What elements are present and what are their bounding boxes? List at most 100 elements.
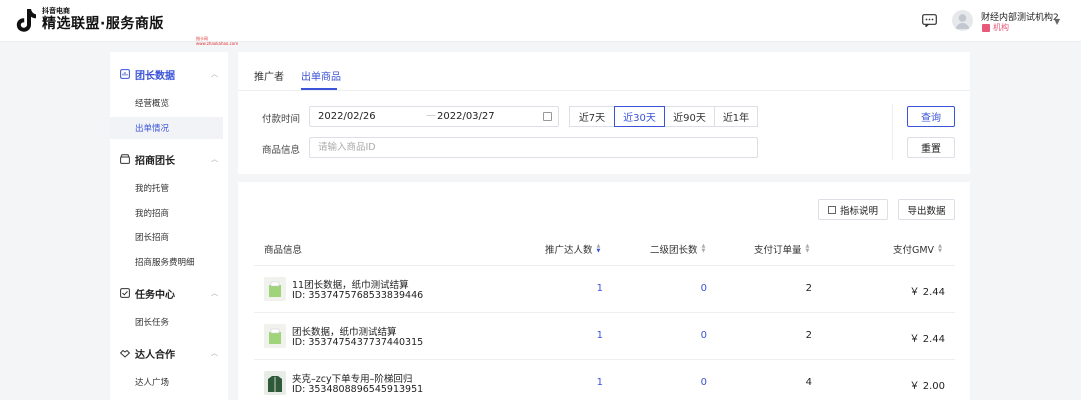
user-role: 机构	[982, 22, 1009, 33]
column-header-label: 推广达人数	[545, 245, 593, 256]
order-count: 4	[805, 377, 812, 388]
chevron-down-icon[interactable]: ▼	[1054, 17, 1060, 26]
column-header-product: 商品信息	[264, 242, 302, 256]
sidebar-group-tasks[interactable]: 任务中心 ︿	[110, 281, 228, 305]
brand-small-text: 抖音电商	[42, 7, 70, 15]
institution-icon	[982, 23, 990, 32]
date-range-picker[interactable]: 2022/02/26 — 2022/03/27	[309, 106, 559, 127]
sidebar-item-leader-recruit[interactable]: 团长招商	[110, 226, 223, 248]
sub-leader-count[interactable]: 0	[701, 377, 707, 388]
calendar-icon[interactable]	[543, 112, 552, 121]
product-thumbnail[interactable]	[264, 277, 286, 301]
column-header-label: 支付GMV	[893, 245, 935, 256]
chevron-up-icon: ︿	[211, 289, 218, 297]
product-thumbnail[interactable]	[264, 371, 286, 395]
sidebar-item-my-recruit[interactable]: 我的招商	[110, 202, 223, 224]
column-header-gmv[interactable]: 支付GMV ▲ ▼	[893, 242, 942, 257]
sidebar-item-my-hosting[interactable]: 我的托管	[110, 177, 223, 199]
filter-divider	[892, 104, 893, 160]
reset-button[interactable]: 重置	[907, 137, 955, 158]
sidebar-group-recruit[interactable]: 招商团长 ︿	[110, 147, 228, 171]
column-header-orders[interactable]: 支付订单量 ▲ ▼	[754, 242, 810, 257]
sidebar-item-overview[interactable]: 经营概览	[110, 92, 223, 114]
douyin-logo-icon	[16, 9, 36, 32]
jacket-product-icon	[268, 376, 282, 392]
column-header-label: 商品信息	[264, 245, 303, 256]
product-id: ID: 3537475437737440315	[292, 337, 424, 348]
range-1-year[interactable]: 近1年	[714, 106, 758, 127]
tab-divider	[238, 90, 970, 91]
column-header-label: 支付订单量	[754, 245, 802, 256]
sub-leader-count[interactable]: 0	[701, 283, 707, 294]
product-name[interactable]: 团长数据，纸巾测试结算	[292, 324, 397, 338]
product-id-input[interactable]	[309, 137, 758, 158]
message-icon[interactable]	[922, 14, 937, 27]
sidebar-item-influencer-square[interactable]: 达人广场	[110, 371, 223, 393]
product-thumbnail[interactable]	[264, 324, 286, 348]
row-divider	[254, 359, 955, 360]
sub-leader-count[interactable]: 0	[701, 330, 707, 341]
info-doc-icon	[827, 205, 836, 214]
metric-explain-button[interactable]: 指标说明	[818, 199, 888, 220]
chevron-up-icon: ︿	[211, 70, 218, 78]
sidebar-group-influencer[interactable]: 达人合作 ︿	[110, 341, 228, 365]
data-board-icon	[120, 69, 130, 79]
user-avatar-icon	[955, 14, 970, 29]
chevron-up-icon: ︿	[211, 349, 218, 357]
gmv-value: ￥ 2.44	[909, 334, 945, 345]
sort-icon[interactable]: ▲ ▼	[702, 244, 706, 254]
promoter-count[interactable]: 1	[597, 330, 603, 341]
range-90-days[interactable]: 近90天	[664, 106, 715, 127]
metric-explain-label: 指标说明	[839, 205, 878, 217]
tab-promoters[interactable]: 推广者	[254, 68, 284, 83]
row-divider	[254, 265, 955, 266]
sidebar-group-label: 团长数据	[135, 70, 175, 82]
handshake-icon	[120, 349, 130, 358]
range-7-days[interactable]: 近7天	[569, 106, 615, 127]
avatar[interactable]	[952, 10, 973, 31]
row-divider	[254, 312, 955, 313]
product-name[interactable]: 夹克–zcy下单专用–阶梯回归	[292, 371, 412, 385]
shop-icon	[120, 154, 130, 164]
sidebar-group-leader-data[interactable]: 团长数据 ︿	[110, 62, 228, 86]
task-icon	[120, 288, 130, 298]
sort-icon[interactable]: ▲ ▼	[938, 244, 942, 254]
start-date[interactable]: 2022/02/26	[318, 111, 376, 122]
tissue-product-icon	[269, 281, 281, 297]
watermark-line2: www.zhaokahao.com	[196, 41, 239, 46]
date-separator: —	[426, 110, 436, 121]
brand-title: 精选联盟·服务商版	[42, 16, 164, 32]
product-id: ID: 3537475768533839446	[292, 290, 424, 301]
order-count: 2	[805, 330, 812, 341]
user-role-label: 机构	[993, 23, 1009, 32]
product-id: ID: 3534808896545913951	[292, 384, 424, 395]
sort-icon[interactable]: ▲ ▼	[806, 244, 810, 254]
gmv-value: ￥ 2.44	[909, 287, 945, 298]
promoter-count[interactable]: 1	[597, 283, 603, 294]
order-count: 2	[805, 283, 812, 294]
promoter-count[interactable]: 1	[597, 377, 603, 388]
product-filter-label: 商品信息	[262, 145, 301, 156]
watermark: 指卡网 www.zhaokahao.com	[196, 36, 238, 46]
sort-icon[interactable]: ▲ ▼	[597, 244, 601, 254]
tab-order-products[interactable]: 出单商品	[301, 68, 341, 83]
brand-logo[interactable]: 抖音电商 精选联盟·服务商版	[14, 7, 164, 33]
sidebar-group-label: 任务中心	[135, 289, 175, 301]
sidebar-item-leader-task[interactable]: 团长任务	[110, 311, 223, 333]
sidebar-item-recruit-fee[interactable]: 招商服务费明细	[110, 251, 223, 273]
query-button[interactable]: 查询	[907, 106, 955, 127]
column-header-sub-leaders[interactable]: 二级团长数 ▲ ▼	[650, 242, 706, 257]
tissue-product-icon	[269, 328, 281, 344]
date-filter-label: 付款时间	[262, 114, 301, 125]
export-button[interactable]: 导出数据	[898, 199, 955, 220]
column-header-label: 二级团长数	[650, 245, 698, 256]
end-date[interactable]: 2022/03/27	[437, 111, 495, 122]
sidebar-group-label: 招商团长	[135, 155, 175, 167]
column-header-promoters[interactable]: 推广达人数 ▲ ▼	[545, 242, 601, 257]
sidebar-item-orders[interactable]: 出单情况	[110, 117, 223, 139]
gmv-value: ￥ 2.00	[909, 381, 945, 392]
sidebar-group-label: 达人合作	[135, 349, 175, 361]
range-30-days[interactable]: 近30天	[614, 106, 665, 127]
chevron-up-icon: ︿	[211, 155, 218, 163]
product-name[interactable]: 11团长数据，纸巾测试结算	[292, 277, 409, 291]
